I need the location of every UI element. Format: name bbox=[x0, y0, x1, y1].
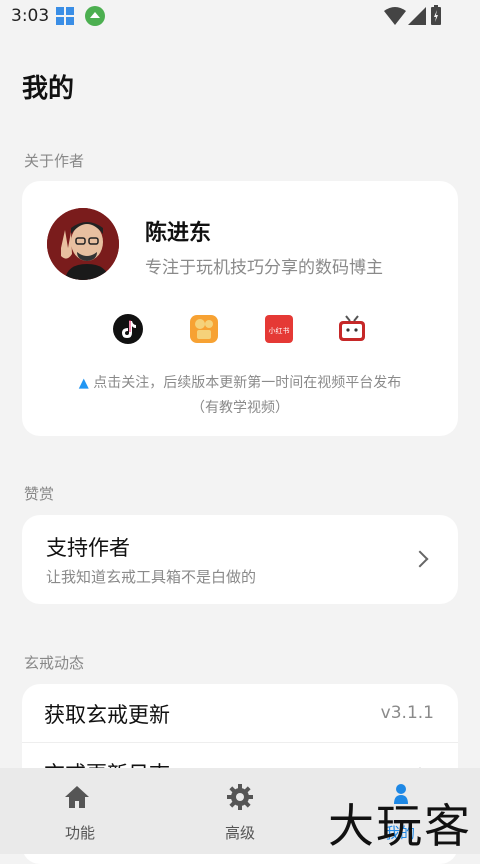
bilibili-icon[interactable] bbox=[336, 313, 368, 345]
page-title: 我的 bbox=[22, 74, 75, 104]
support-author-item[interactable]: 支持作者 让我知道玄戒工具箱不是白做的 bbox=[22, 515, 458, 604]
avatar-image bbox=[47, 208, 119, 280]
section-about-label: 关于作者 bbox=[24, 152, 85, 170]
author-description: 专注于玩机技巧分享的数码博主 bbox=[145, 258, 383, 278]
battery-icon bbox=[431, 5, 441, 25]
xiaohongshu-icon-label: 小红书 bbox=[269, 326, 290, 335]
section-reward-label: 赞赏 bbox=[24, 485, 55, 503]
gear-icon bbox=[227, 784, 253, 810]
nav-item-functions[interactable]: 功能 bbox=[0, 768, 160, 854]
status-bar: 3:03 bbox=[0, 0, 480, 32]
section-news-label: 玄戒动态 bbox=[24, 654, 85, 672]
support-author-subtitle: 让我知道玄戒工具箱不是白做的 bbox=[46, 568, 257, 586]
follow-tip-line1: 点击关注，后续版本更新第一时间在视频平台发布 bbox=[93, 375, 402, 391]
home-icon bbox=[65, 786, 89, 808]
kuaishou-icon[interactable] bbox=[188, 313, 220, 345]
app-notification-icon bbox=[56, 7, 74, 25]
up-arrow-icon: ▲ bbox=[78, 376, 89, 391]
get-update-title: 获取玄戒更新 bbox=[44, 703, 170, 727]
status-time: 3:03 bbox=[11, 6, 50, 26]
avatar[interactable] bbox=[47, 208, 119, 280]
author-name: 陈进东 bbox=[145, 221, 212, 246]
version-text: v3.1.1 bbox=[380, 703, 434, 723]
xiaohongshu-icon[interactable]: 小红书 bbox=[263, 313, 295, 345]
get-update-item[interactable]: 获取玄戒更新 v3.1.1 bbox=[22, 684, 458, 743]
nav-item-advanced[interactable]: 高级 bbox=[160, 768, 320, 854]
follow-tip: ▲ 点击关注，后续版本更新第一时间在视频平台发布 （有教学视频） bbox=[22, 371, 458, 420]
signal-icon bbox=[408, 7, 426, 25]
wifi-icon bbox=[384, 7, 406, 25]
green-app-icon bbox=[85, 6, 105, 26]
nav-label-advanced: 高级 bbox=[224, 824, 255, 842]
tiktok-icon[interactable] bbox=[112, 313, 144, 345]
chevron-right-icon bbox=[411, 550, 429, 568]
watermark: 大玩客 bbox=[328, 799, 472, 853]
nav-label-functions: 功能 bbox=[64, 824, 95, 842]
support-author-title: 支持作者 bbox=[46, 536, 130, 560]
author-card: 陈进东 专注于玩机技巧分享的数码博主 小红书 ▲ 点击关注，后续版本更新第一时间… bbox=[22, 181, 458, 436]
follow-tip-line2: （有教学视频） bbox=[191, 400, 289, 416]
